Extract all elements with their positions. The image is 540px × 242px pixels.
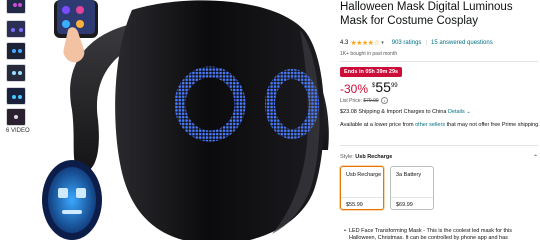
price-fraction: 99 — [390, 83, 398, 89]
thumbnail-3[interactable] — [6, 42, 26, 60]
shipping-details-link[interactable]: Details ⌄ — [448, 109, 471, 115]
list-price-value: $79.99 — [363, 98, 379, 104]
shipping-text: $23.08 Shipping & Import Charges to Chin… — [340, 109, 447, 115]
price-row: -30% $ 55 99 — [340, 79, 398, 96]
product-title: Halloween Mask Digital Luminous Mask for… — [340, 1, 513, 27]
deal-countdown-badge: Ends in 05h 39m 29s — [340, 67, 403, 77]
style-label: Style: — [340, 154, 354, 160]
rating-separator: | — [425, 40, 427, 46]
ratings-count-link[interactable]: 903 ratings — [392, 40, 422, 46]
shipping-info: $23.08 Shipping & Import Charges to Chin… — [340, 109, 471, 115]
style-option-price: $69.99 — [396, 202, 413, 208]
style-option-name: 3a Battery — [396, 172, 422, 178]
price-whole: 55 — [375, 79, 391, 95]
availability-note: Available at a lower price from other se… — [340, 121, 540, 129]
chevron-down-icon[interactable]: ▾ — [381, 40, 384, 46]
style-selected-value: Usb Recharge — [355, 154, 393, 160]
style-option-3a-battery[interactable]: 3a Battery $69.99 — [390, 166, 434, 210]
discount-percent: -30% — [340, 82, 369, 96]
option-divider — [391, 197, 433, 198]
thumbnail-4[interactable] — [6, 64, 26, 82]
video-count-label[interactable]: 6 VIDEO — [6, 128, 30, 134]
style-option-name: Usb Recharge — [346, 172, 382, 178]
other-sellers-link[interactable]: other sellers — [415, 122, 445, 128]
divider — [340, 61, 538, 62]
star-rating-icon[interactable]: ★★★★☆ — [350, 39, 379, 47]
thumbnail-2[interactable] — [6, 20, 26, 38]
availability-prefix: Available at a lower price from — [340, 122, 414, 128]
list-price-label: List Price: — [340, 98, 362, 104]
info-icon[interactable]: i — [381, 97, 389, 104]
thumbnail-1[interactable] — [6, 0, 26, 14]
small-mask-inset — [42, 160, 102, 240]
rating-row: 4.3 ★★★★☆ ▾ 903 ratings | 15 answered qu… — [340, 39, 493, 47]
availability-suffix: that may not offer free Prime shipping. — [446, 122, 540, 128]
chevron-up-icon[interactable]: ⌃ — [533, 154, 538, 161]
list-price: List Price: $79.99 i — [340, 97, 389, 104]
option-divider — [341, 197, 383, 198]
style-option-usb-recharge[interactable]: Usb Recharge $55.99 — [340, 166, 384, 210]
thumbnail-5[interactable] — [6, 87, 26, 105]
bought-in-past-month: 1K+ bought in past month — [340, 51, 398, 57]
product-main-image[interactable] — [32, 0, 332, 240]
style-option-price: $55.99 — [346, 202, 363, 208]
style-selector-header[interactable]: Style: Usb Recharge ⌃ — [340, 154, 538, 161]
divider — [340, 145, 538, 146]
answered-questions-link[interactable]: 15 answered questions — [431, 40, 493, 46]
rating-value: 4.3 — [340, 40, 349, 46]
thumbnail-video[interactable] — [6, 108, 26, 126]
